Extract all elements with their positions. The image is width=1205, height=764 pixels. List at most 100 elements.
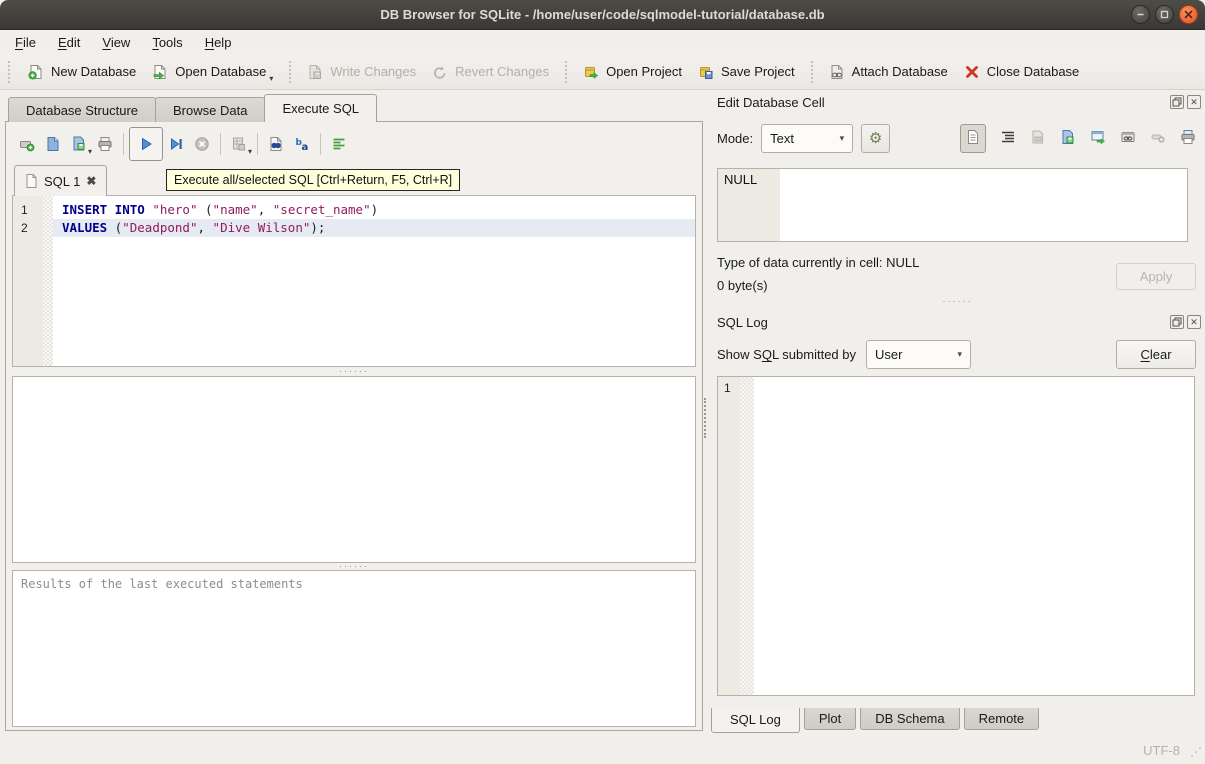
- results-message[interactable]: Results of the last executed statements: [12, 570, 696, 727]
- new-sql-tab-button[interactable]: [14, 131, 40, 157]
- sql-log-close-button[interactable]: ✕: [1187, 315, 1201, 329]
- apply-button[interactable]: Apply: [1116, 263, 1196, 290]
- play-to-line-icon: [168, 136, 184, 152]
- find-replace-button[interactable]: b a: [289, 131, 315, 157]
- sql-log-float-button[interactable]: [1170, 315, 1184, 329]
- word-wrap-toggle[interactable]: [1000, 129, 1016, 148]
- save-results-dropdown-icon[interactable]: ▾: [248, 147, 252, 156]
- cell-toolbar: [960, 124, 1196, 153]
- dock-splitter[interactable]: ······: [710, 296, 1205, 306]
- sql-editor[interactable]: 12 INSERT INTO "hero" ("name", "secret_n…: [12, 195, 696, 367]
- sql-log-editor[interactable]: 1: [717, 376, 1195, 696]
- titlebar[interactable]: DB Browser for SQLite - /home/user/code/…: [0, 0, 1205, 30]
- open-project-icon: [583, 64, 599, 80]
- tab-execute-sql[interactable]: Execute SQL: [264, 94, 377, 122]
- stop-execution-button[interactable]: [189, 131, 215, 157]
- revert-changes-button[interactable]: Revert Changes: [424, 58, 557, 86]
- sql-tab-close-icon[interactable]: ✖: [86, 175, 96, 187]
- new-database-button[interactable]: New Database: [20, 58, 144, 86]
- submitted-by-select[interactable]: User ▾: [866, 340, 971, 369]
- results-grid[interactable]: [12, 376, 696, 563]
- menu-help[interactable]: Help: [194, 31, 243, 54]
- auto-apply-button[interactable]: ⚙: [861, 124, 890, 153]
- tab-browse-data[interactable]: Browse Data: [155, 97, 265, 122]
- print-cell-button[interactable]: [1180, 129, 1196, 148]
- menu-tools[interactable]: Tools: [141, 31, 193, 54]
- set-null-button[interactable]: [1150, 129, 1166, 148]
- text-mode-toggle[interactable]: [960, 124, 986, 153]
- export-cell-button[interactable]: [1030, 129, 1046, 148]
- menu-view[interactable]: View: [91, 31, 141, 54]
- menu-edit[interactable]: Edit: [47, 31, 91, 54]
- save-project-button[interactable]: Save Project: [690, 58, 803, 86]
- find-button[interactable]: [263, 131, 289, 157]
- attach-database-icon: [829, 64, 845, 80]
- format-lines-icon: [331, 136, 347, 152]
- right-dock: Edit Database Cell ✕ Mode: Text ▾ ⚙: [710, 92, 1205, 764]
- close-database-label: Close Database: [987, 64, 1080, 79]
- sql-toolbar-separator: [320, 133, 321, 155]
- dock-tab-plot[interactable]: Plot: [804, 708, 856, 730]
- open-sql-file-button[interactable]: [40, 131, 66, 157]
- toolbar-separator: [565, 61, 567, 83]
- dock-tab-db-schema[interactable]: DB Schema: [860, 708, 959, 730]
- app-window: DB Browser for SQLite - /home/user/code/…: [0, 0, 1205, 764]
- minimize-button[interactable]: [1131, 5, 1150, 24]
- mode-select[interactable]: Text ▾: [761, 124, 853, 153]
- cell-editor[interactable]: NULL: [717, 168, 1188, 242]
- close-database-button[interactable]: Close Database: [956, 58, 1088, 86]
- save-results-button[interactable]: ▾: [226, 131, 252, 157]
- sql-editor-fold-margin: [43, 196, 53, 366]
- close-button[interactable]: [1179, 5, 1198, 24]
- print-sql-button[interactable]: [92, 131, 118, 157]
- vertical-splitter[interactable]: [704, 398, 708, 438]
- menu-file[interactable]: File: [4, 31, 47, 54]
- write-changes-button[interactable]: Write Changes: [299, 58, 424, 86]
- execute-line-button[interactable]: [163, 131, 189, 157]
- save-sql-file-button[interactable]: ▾: [66, 131, 92, 157]
- close-database-icon: [964, 64, 980, 80]
- open-project-button[interactable]: Open Project: [575, 58, 690, 86]
- toolbar-drag-handle[interactable]: [8, 61, 14, 83]
- open-database-button[interactable]: Open Database ▾: [144, 58, 281, 86]
- svg-text:a: a: [302, 142, 309, 152]
- revert-changes-icon: [432, 64, 448, 80]
- clear-log-button[interactable]: Clear: [1116, 340, 1196, 369]
- edit-cell-float-button[interactable]: [1170, 95, 1184, 109]
- new-database-icon: [28, 64, 44, 80]
- edit-cell-close-button[interactable]: ✕: [1187, 95, 1201, 109]
- copy-link-button[interactable]: [1120, 129, 1136, 148]
- float-icon: [1172, 97, 1182, 107]
- external-window-icon: [1090, 129, 1106, 145]
- format-sql-button[interactable]: [326, 131, 352, 157]
- maximize-button[interactable]: [1155, 5, 1174, 24]
- tab-database-structure[interactable]: Database Structure: [8, 97, 156, 122]
- sql-toolbar-separator: [257, 133, 258, 155]
- gear-icon: ⚙: [869, 129, 882, 147]
- main-toolbar: New Database Open Database ▾ Write Chang…: [0, 54, 1205, 90]
- horizontal-splitter[interactable]: ······: [12, 368, 696, 376]
- execute-all-button[interactable]: [129, 127, 163, 161]
- resize-grip[interactable]: ⋰: [1190, 745, 1202, 759]
- dock-tabbar: SQL Log Plot DB Schema Remote: [711, 708, 1043, 733]
- print-cell-icon: [1180, 129, 1196, 145]
- execute-tooltip: Execute all/selected SQL [Ctrl+Return, F…: [166, 169, 460, 191]
- sql-toolbar-separator: [123, 133, 124, 155]
- attach-database-button[interactable]: Attach Database: [821, 58, 956, 86]
- sql-code[interactable]: INSERT INTO "hero" ("name", "secret_name…: [53, 196, 695, 366]
- open-database-icon: [152, 64, 168, 80]
- mode-label: Mode:: [717, 131, 753, 146]
- dock-tab-sql-log[interactable]: SQL Log: [711, 708, 800, 733]
- sql-document-tab[interactable]: SQL 1 ✖: [14, 165, 107, 196]
- text-document-icon: [965, 129, 981, 145]
- close-icon: [1184, 10, 1193, 19]
- window-title: DB Browser for SQLite - /home/user/code/…: [0, 0, 1205, 30]
- save-file-icon: [71, 136, 87, 152]
- dock-tab-remote[interactable]: Remote: [964, 708, 1040, 730]
- log-content[interactable]: [754, 377, 1194, 695]
- open-database-dropdown-icon[interactable]: ▾: [269, 74, 273, 83]
- import-cell-button[interactable]: [1060, 129, 1076, 148]
- window-controls: [1131, 5, 1198, 24]
- open-external-button[interactable]: [1090, 129, 1106, 148]
- save-results-icon: [231, 136, 247, 152]
